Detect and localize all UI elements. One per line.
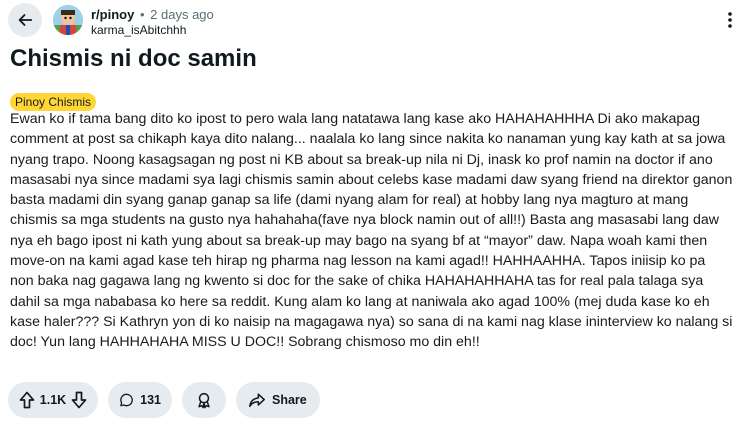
downvote-button[interactable]	[68, 389, 90, 411]
comment-bubble-icon	[120, 393, 133, 407]
post-body-line: chismis sa mga students na gusto nya hah…	[10, 212, 720, 229]
back-button[interactable]	[8, 3, 42, 37]
post-body-line: doc! Yun lang HAHHAHAHA MISS U DOC!! Sob…	[10, 334, 480, 351]
post-body-line: masasabi nya since madami sya lagi chism…	[10, 171, 733, 188]
post-body-line: kase haler??? Si Kathryn yon di ko naisi…	[10, 313, 733, 330]
post-body-line: nyang trapo. Noong kasagsagan ng post ni…	[10, 151, 713, 168]
action-bar: 1.1K 131 Share	[8, 382, 320, 418]
post-title: Chismis ni doc samin	[10, 45, 257, 72]
award-button[interactable]	[182, 382, 226, 418]
comment-count: 131	[140, 393, 161, 407]
subreddit-avatar[interactable]	[53, 5, 83, 35]
vote-control: 1.1K	[8, 382, 98, 418]
post-body-line: Ewan ko if tama bang dito ko ipost to pe…	[10, 111, 701, 127]
vote-count: 1.1K	[39, 393, 67, 407]
author-username[interactable]: karma_isAbitchhh	[91, 23, 186, 38]
more-vertical-icon	[728, 12, 732, 28]
post-body-line: move-on na kami agad kase teh hirap ng p…	[10, 253, 706, 270]
comments-button[interactable]: 131	[108, 382, 172, 418]
post-body-line: comment at post sa chikaph kaya dito nal…	[10, 131, 726, 148]
share-arrow-icon	[249, 393, 265, 408]
subreddit-meta: r/pinoy • 2 days ago	[91, 7, 214, 23]
arrow-down-icon	[71, 391, 87, 409]
arrow-left-icon	[18, 14, 33, 26]
post-body-line: nya eh bago ipost ni kath yung about sa …	[10, 232, 708, 249]
upvote-button[interactable]	[16, 389, 38, 411]
post-time: 2 days ago	[150, 7, 214, 22]
award-icon	[198, 392, 210, 409]
share-button[interactable]: Share	[236, 382, 320, 418]
post-body-line: non baka nag gagawa lang ng kwento si do…	[10, 273, 704, 290]
more-options-button[interactable]	[718, 8, 742, 32]
subreddit-name[interactable]: r/pinoy	[91, 7, 134, 22]
post-body: Ewan ko if tama bang dito ko ipost to pe…	[10, 109, 742, 353]
post-body-line: basta madami din syang ganap ganap sa li…	[10, 192, 689, 209]
arrow-up-icon	[19, 391, 35, 409]
meta-separator: •	[139, 7, 145, 22]
post-body-line: dahil sa mga nababasa ko here sa reddit.…	[10, 293, 710, 310]
post-header: r/pinoy • 2 days ago karma_isAbitchhh	[0, 0, 750, 40]
share-label: Share	[272, 393, 307, 407]
